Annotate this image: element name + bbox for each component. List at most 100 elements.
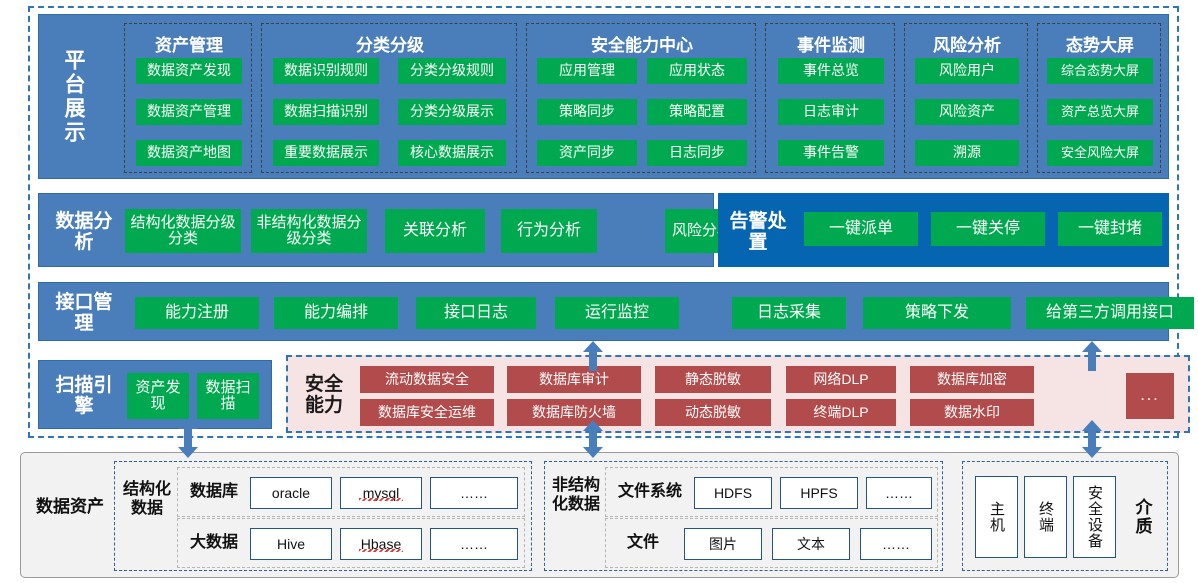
chip-comprehensive-situation-screen[interactable]: 综合态势大屏 bbox=[1047, 58, 1153, 84]
chip-mysql[interactable]: mysql bbox=[340, 477, 422, 509]
chip-structured-data-grading[interactable]: 结构化数据分级分类 bbox=[125, 209, 241, 253]
chip-file-more[interactable]: …… bbox=[860, 528, 932, 560]
chip-text[interactable]: 文本 bbox=[772, 528, 850, 560]
chip-event-alarm[interactable]: 事件告警 bbox=[778, 140, 884, 166]
chip-data-id-rules[interactable]: 数据识别规则 bbox=[273, 58, 379, 84]
group-title-classification-grading: 分类分级 bbox=[356, 36, 424, 55]
chip-third-party-api[interactable]: 给第三方调用接口 bbox=[1026, 297, 1194, 329]
subgroup-label-database: 数据库 bbox=[189, 483, 238, 500]
chip-static-masking[interactable]: 静态脱敏 bbox=[655, 366, 771, 393]
chip-app-management[interactable]: 应用管理 bbox=[537, 58, 637, 84]
row-alarm-handling: 告警处置 一键派单 一键关停 一键封堵 bbox=[718, 193, 1169, 267]
row-interface-management: 接口管理 能力注册 能力编排 接口日志 运行监控 日志采集 策略下发 给第三方调… bbox=[38, 282, 1194, 341]
chip-one-click-dispatch[interactable]: 一键派单 bbox=[804, 212, 918, 246]
chip-risk-asset[interactable]: 风险资产 bbox=[915, 99, 1019, 125]
chip-traceability[interactable]: 溯源 bbox=[915, 140, 1019, 166]
chip-network-dlp[interactable]: 网络DLP bbox=[786, 366, 896, 393]
subgroup-label-file: 文件 bbox=[626, 534, 659, 551]
chip-one-click-shutdown[interactable]: 一键关停 bbox=[931, 212, 1045, 246]
chip-asset-discovery[interactable]: 数据资产发现 bbox=[136, 58, 242, 84]
row-label-alarm-handling: 告警处置 bbox=[729, 210, 787, 253]
chip-core-data-display[interactable]: 核心数据展示 bbox=[398, 140, 506, 166]
chip-host[interactable]: 主机 bbox=[975, 476, 1018, 558]
subgroup-file: 文件 图片 文本 …… bbox=[605, 518, 938, 568]
row-data-analysis: 数据分析 结构化数据分级分类 非结构化数据分级分类 关联分析 行为分析 风险分析 bbox=[38, 193, 739, 267]
chip-dynamic-masking[interactable]: 动态脱敏 bbox=[655, 399, 771, 426]
architecture-diagram: 平台展示 资产管理 数据资产发现 数据资产管理 数据资产地图 分类分级 数据识别… bbox=[0, 0, 1198, 583]
group-title-risk-analysis: 风险分析 bbox=[933, 36, 1001, 55]
chip-policy-sync[interactable]: 策略同步 bbox=[537, 99, 637, 125]
chip-hdfs[interactable]: HDFS bbox=[694, 477, 772, 509]
chip-data-scan-engine[interactable]: 数据扫描 bbox=[197, 373, 259, 419]
chip-filesystem-more[interactable]: …… bbox=[866, 477, 932, 509]
group-asset-management: 资产管理 数据资产发现 数据资产管理 数据资产地图 bbox=[124, 23, 252, 173]
panel-label-data-asset: 数据资产 bbox=[36, 497, 104, 516]
chip-asset-map[interactable]: 数据资产地图 bbox=[136, 140, 242, 166]
group-classification-grading: 分类分级 数据识别规则 数据扫描识别 重要数据展示 分类分级规则 分类分级展示 … bbox=[261, 23, 517, 173]
chip-policy-delivery[interactable]: 策略下发 bbox=[863, 297, 1011, 329]
chip-important-data-display[interactable]: 重要数据展示 bbox=[273, 140, 379, 166]
chip-log-audit[interactable]: 日志审计 bbox=[778, 99, 884, 125]
group-title-event-monitoring: 事件监测 bbox=[797, 36, 865, 55]
chip-endpoint-dlp[interactable]: 终端DLP bbox=[786, 399, 896, 426]
group-label-unstructured-data: 非结构化数据 bbox=[551, 477, 600, 514]
chip-asset-overview-screen[interactable]: 资产总览大屏 bbox=[1047, 99, 1153, 125]
group-media: 主机 终端 安全设备 介质 bbox=[962, 461, 1168, 571]
chip-hive[interactable]: Hive bbox=[250, 528, 332, 560]
chip-interface-log[interactable]: 接口日志 bbox=[416, 297, 536, 329]
chip-policy-config[interactable]: 策略配置 bbox=[647, 99, 747, 125]
panel-data-asset: 数据资产 结构化数据 数据库 oracle mysql …… 大数据 Hive … bbox=[20, 452, 1179, 578]
chip-asset-sync[interactable]: 资产同步 bbox=[537, 140, 637, 166]
chip-flowing-data-security[interactable]: 流动数据安全 bbox=[360, 366, 494, 393]
chip-classification-rules[interactable]: 分类分级规则 bbox=[398, 58, 506, 84]
arrow-security-to-data-asset-right bbox=[1082, 420, 1102, 458]
chip-correlation-analysis[interactable]: 关联分析 bbox=[385, 209, 485, 253]
chip-bigdata-more[interactable]: …… bbox=[430, 528, 518, 560]
chip-db-firewall[interactable]: 数据库防火墙 bbox=[507, 399, 641, 426]
row-label-platform-display: 平台展示 bbox=[62, 49, 85, 145]
group-event-monitoring: 事件监测 事件总览 日志审计 事件告警 bbox=[765, 23, 895, 173]
chip-app-status[interactable]: 应用状态 bbox=[647, 58, 747, 84]
subgroup-database: 数据库 oracle mysql …… bbox=[177, 467, 525, 517]
chip-db-security-ops[interactable]: 数据库安全运维 bbox=[360, 399, 494, 426]
group-risk-analysis: 风险分析 风险用户 风险资产 溯源 bbox=[904, 23, 1028, 173]
arrow-security-to-data-asset-left bbox=[583, 420, 603, 458]
chip-classification-display[interactable]: 分类分级展示 bbox=[398, 99, 506, 125]
chip-behavior-analysis[interactable]: 行为分析 bbox=[501, 209, 597, 253]
chip-asset-management[interactable]: 数据资产管理 bbox=[136, 99, 242, 125]
group-title-asset-management: 资产管理 bbox=[155, 36, 223, 55]
row-scan-engine: 扫描引擎 资产发现 数据扫描 bbox=[38, 360, 272, 429]
chip-db-audit[interactable]: 数据库审计 bbox=[507, 366, 641, 393]
chip-terminal[interactable]: 终端 bbox=[1024, 476, 1067, 558]
group-situation-dashboard: 态势大屏 综合态势大屏 资产总览大屏 安全风险大屏 bbox=[1037, 23, 1161, 173]
chip-one-click-block[interactable]: 一键封堵 bbox=[1058, 212, 1162, 246]
chip-security-risk-screen[interactable]: 安全风险大屏 bbox=[1047, 140, 1153, 166]
chip-unstructured-data-grading[interactable]: 非结构化数据分级分类 bbox=[251, 209, 367, 253]
chip-data-scan-id[interactable]: 数据扫描识别 bbox=[273, 99, 379, 125]
chip-image[interactable]: 图片 bbox=[684, 528, 762, 560]
chip-event-overview[interactable]: 事件总览 bbox=[778, 58, 884, 84]
chip-log-collection[interactable]: 日志采集 bbox=[732, 297, 846, 329]
subgroup-label-filesystem: 文件系统 bbox=[617, 483, 682, 500]
group-title-situation-dashboard: 态势大屏 bbox=[1066, 36, 1134, 55]
chip-hpfs[interactable]: HPFS bbox=[780, 477, 858, 509]
chip-security-device[interactable]: 安全设备 bbox=[1073, 476, 1116, 558]
chip-db-encryption[interactable]: 数据库加密 bbox=[910, 366, 1034, 393]
row-platform-display: 平台展示 资产管理 数据资产发现 数据资产管理 数据资产地图 分类分级 数据识别… bbox=[38, 14, 1169, 179]
row-label-scan-engine: 扫描引擎 bbox=[55, 374, 113, 417]
chip-database-more[interactable]: …… bbox=[430, 477, 518, 509]
chip-risk-user[interactable]: 风险用户 bbox=[915, 58, 1019, 84]
chip-log-sync[interactable]: 日志同步 bbox=[647, 140, 747, 166]
chip-capability-orchestration[interactable]: 能力编排 bbox=[274, 297, 398, 329]
chip-capability-registration[interactable]: 能力注册 bbox=[135, 297, 259, 329]
chip-oracle[interactable]: oracle bbox=[250, 477, 332, 509]
panel-security-capability: 安全能力 流动数据安全 数据库安全运维 数据库审计 数据库防火墙 静态脱敏 动态… bbox=[286, 355, 1190, 433]
chip-data-watermark[interactable]: 数据水印 bbox=[910, 399, 1034, 426]
arrow-interface-to-security-right bbox=[1082, 341, 1102, 371]
chip-hbase[interactable]: Hbase bbox=[340, 528, 422, 560]
chip-host-label: 主机 bbox=[988, 501, 1005, 533]
subgroup-label-bigdata: 大数据 bbox=[189, 534, 238, 551]
chip-asset-discovery-engine[interactable]: 资产发现 bbox=[127, 373, 189, 419]
chip-security-more[interactable]: ... bbox=[1126, 373, 1174, 419]
chip-runtime-monitoring[interactable]: 运行监控 bbox=[555, 297, 679, 329]
